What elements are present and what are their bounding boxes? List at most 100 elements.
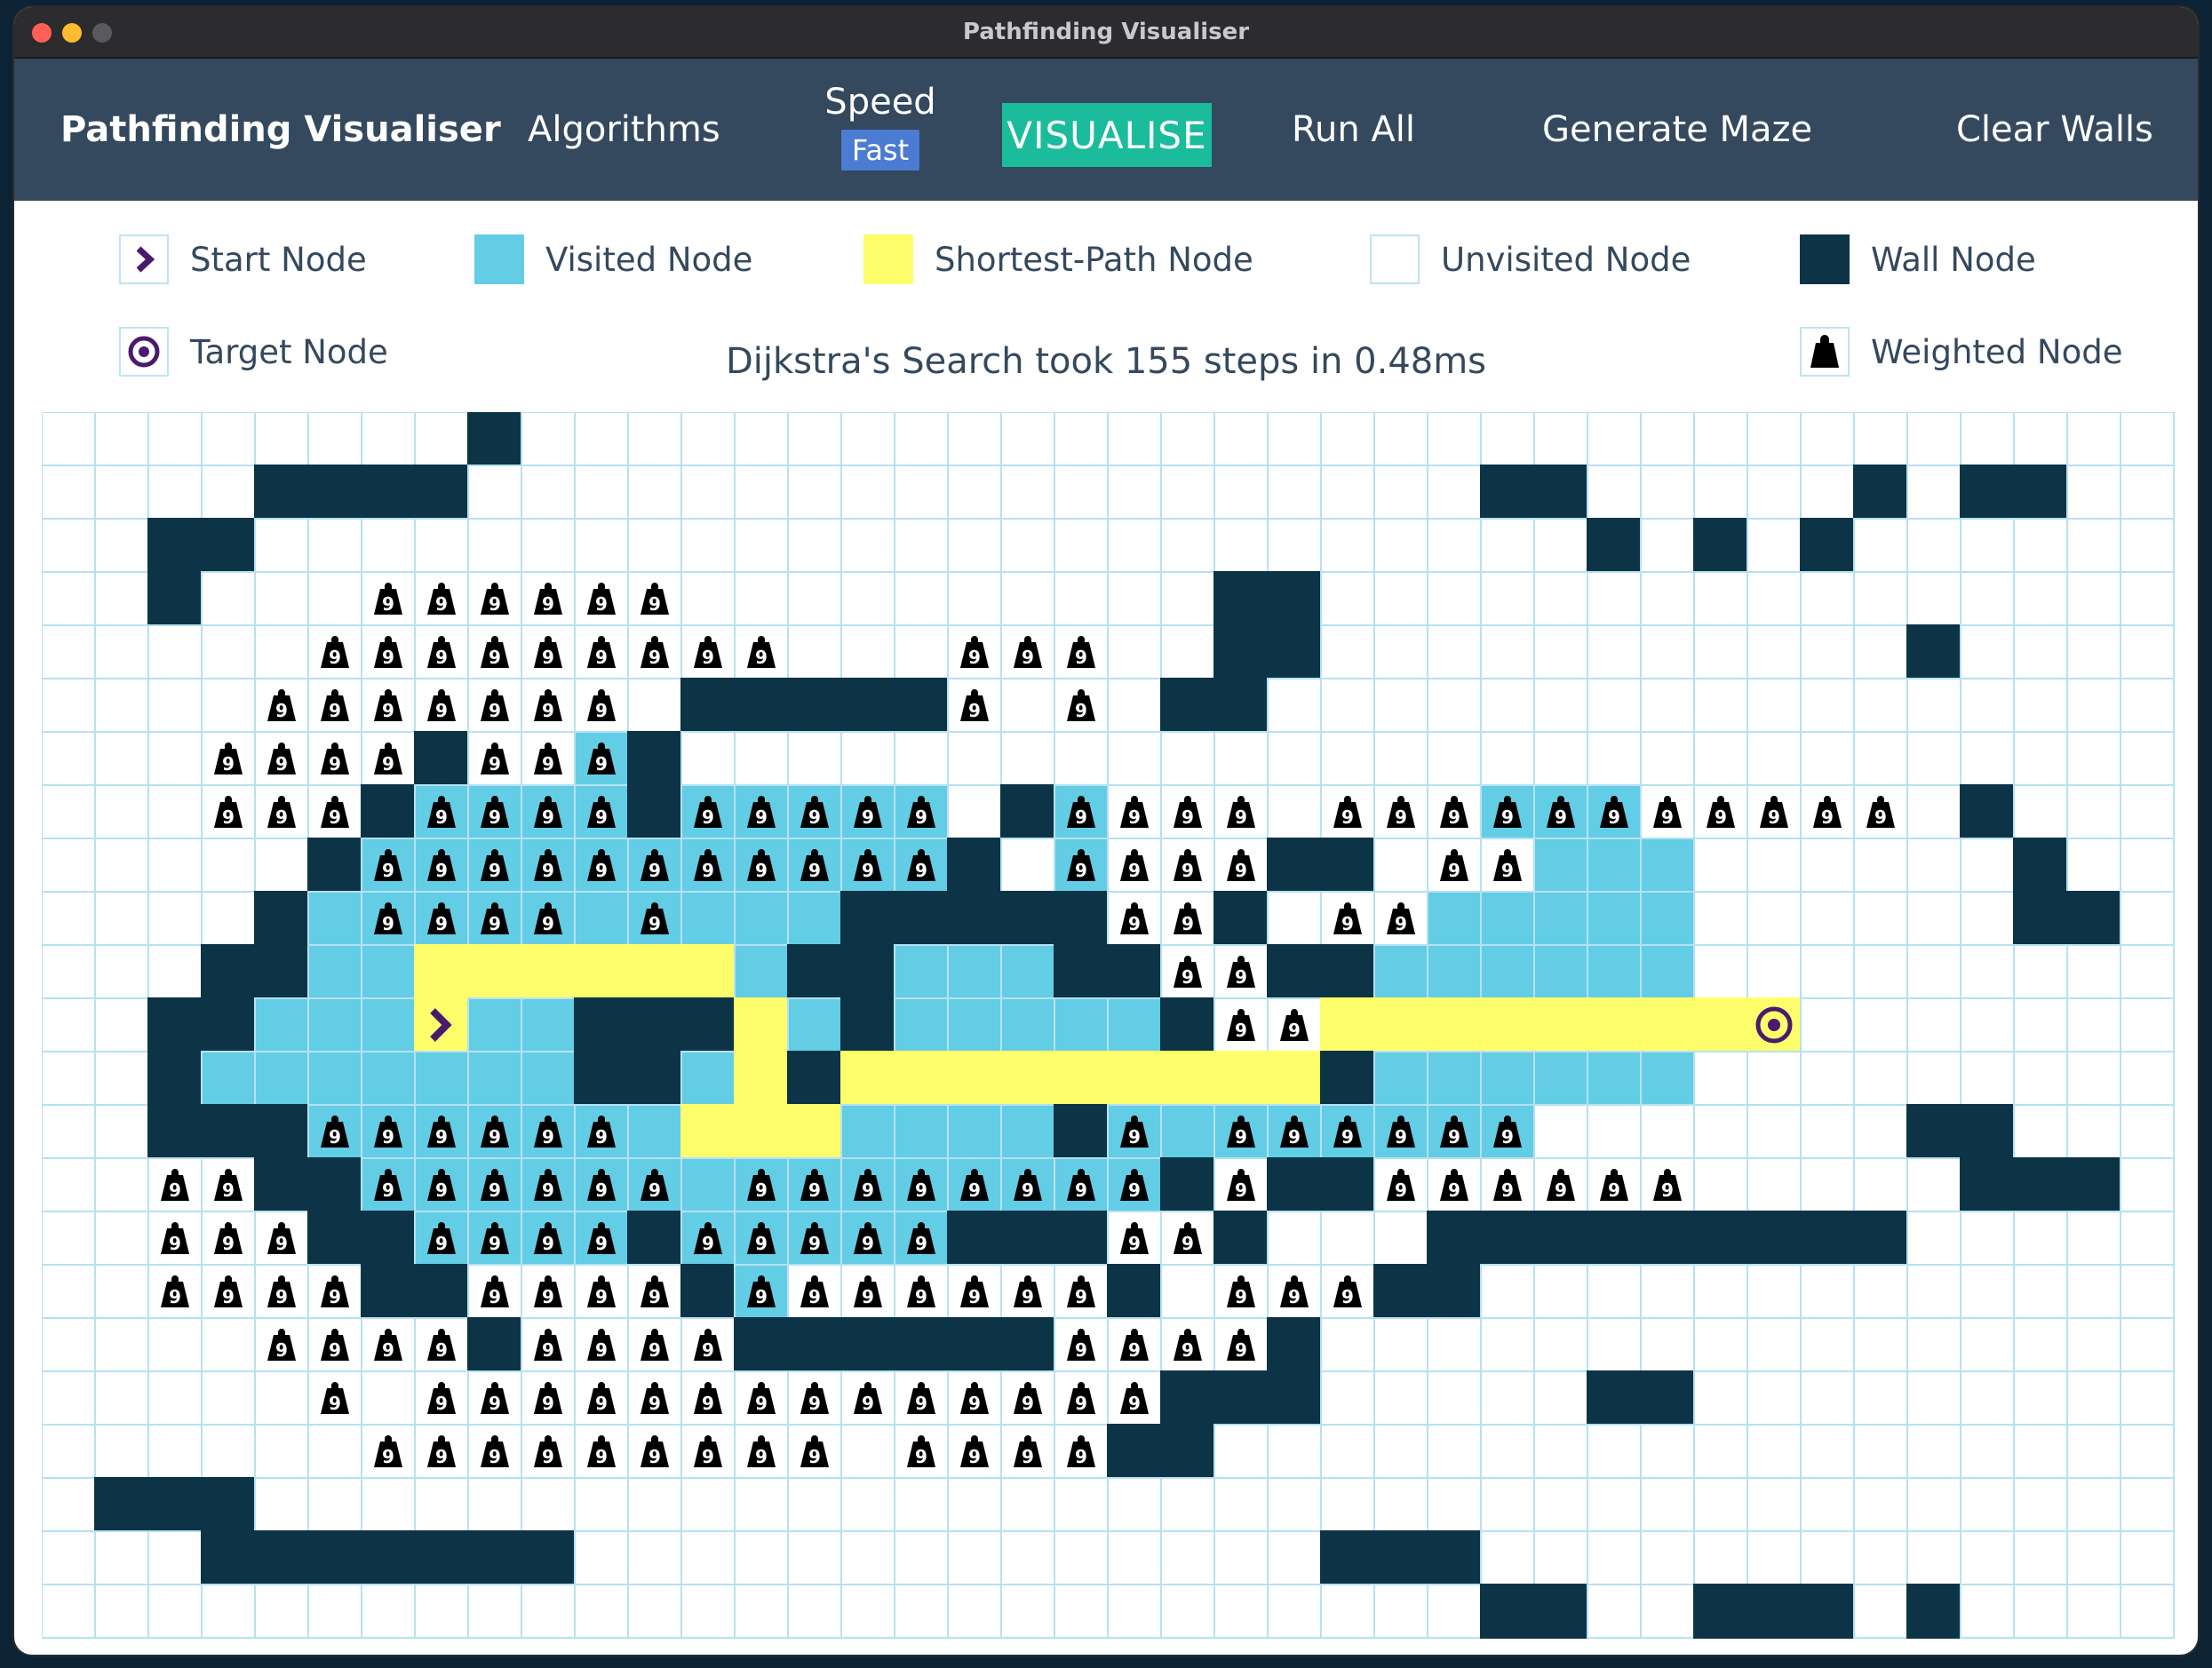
visited-node[interactable] (1533, 838, 1588, 893)
visited-node[interactable] (627, 1104, 682, 1159)
grid-cell[interactable] (307, 518, 362, 573)
visited-node[interactable] (1587, 1051, 1642, 1106)
grid-cell[interactable] (42, 412, 96, 466)
shortest-path-node[interactable] (734, 1051, 789, 1106)
grid-cell[interactable] (627, 465, 682, 520)
grid-cell[interactable] (1640, 1317, 1695, 1372)
grid-cell[interactable] (1587, 1530, 1642, 1585)
grid-cell[interactable] (1320, 1424, 1375, 1479)
grid-cell[interactable] (1373, 1317, 1428, 1372)
grid-cell[interactable] (94, 1317, 149, 1372)
grid-cell[interactable] (2013, 1264, 2068, 1319)
grid-cell[interactable] (680, 571, 736, 626)
algorithms-menu[interactable]: Algorithms (528, 59, 720, 201)
grid-cell[interactable] (201, 624, 256, 679)
grid-cell[interactable] (1906, 1051, 1961, 1106)
grid-cell[interactable] (1640, 1584, 1695, 1639)
grid-cell[interactable] (2066, 624, 2121, 679)
wall-node[interactable] (1640, 1211, 1695, 1266)
visited-node[interactable] (734, 891, 789, 946)
grid-cell[interactable] (1480, 571, 1535, 626)
grid-cell[interactable] (1587, 1477, 1642, 1532)
visited-node[interactable] (1427, 944, 1482, 999)
grid-cell[interactable] (254, 838, 309, 893)
grid-cell[interactable] (2066, 838, 2121, 893)
grid-cell[interactable] (894, 624, 949, 679)
grid-cell[interactable] (1906, 1530, 1961, 1585)
grid-cell[interactable] (2066, 784, 2121, 839)
grid-cell[interactable] (147, 1370, 203, 1426)
grid-cell[interactable] (1747, 412, 1802, 466)
grid-cell[interactable] (1267, 784, 1322, 839)
shortest-path-node[interactable] (414, 997, 469, 1052)
grid-cell[interactable] (1480, 1317, 1535, 1372)
grid-cell[interactable] (1213, 412, 1269, 466)
wall-node[interactable] (147, 571, 203, 626)
wall-node[interactable] (414, 1530, 469, 1585)
grid-cell[interactable] (42, 731, 96, 786)
grid-cell[interactable] (467, 1584, 522, 1639)
wall-node[interactable] (1960, 784, 2015, 839)
wall-node[interactable] (574, 1051, 629, 1106)
visited-node[interactable] (840, 1104, 895, 1159)
shortest-path-node[interactable] (1533, 997, 1588, 1052)
wall-node[interactable] (1213, 571, 1269, 626)
wall-node[interactable] (1800, 518, 1855, 573)
wall-node[interactable] (627, 1051, 682, 1106)
wall-node[interactable] (147, 997, 203, 1052)
grid-cell[interactable] (1054, 1530, 1109, 1585)
visited-node[interactable] (361, 944, 416, 999)
visited-node[interactable] (1533, 944, 1588, 999)
grid-cell[interactable] (2013, 1051, 2068, 1106)
grid-cell[interactable] (42, 997, 96, 1052)
grid-cell[interactable] (1427, 571, 1482, 626)
grid-cell[interactable] (1000, 465, 1055, 520)
visited-node[interactable] (201, 1051, 256, 1106)
grid-cell[interactable] (1160, 465, 1215, 520)
grid-cell[interactable] (1853, 1584, 1908, 1639)
visited-node[interactable] (947, 944, 1002, 999)
grid-cell[interactable] (307, 412, 362, 466)
grid-cell[interactable] (254, 412, 309, 466)
visited-node[interactable] (787, 997, 842, 1052)
grid-cell[interactable] (2120, 1317, 2175, 1372)
grid-cell[interactable] (2120, 624, 2175, 679)
grid-cell[interactable] (1747, 1157, 1802, 1212)
grid-cell[interactable] (1000, 412, 1055, 466)
grid-cell[interactable] (1373, 1584, 1428, 1639)
grid-cell[interactable] (1480, 624, 1535, 679)
grid-cell[interactable] (521, 465, 576, 520)
grid-cell[interactable] (1160, 571, 1215, 626)
grid-cell[interactable] (787, 731, 842, 786)
wall-node[interactable] (1320, 1157, 1375, 1212)
grid-cell[interactable] (1427, 1424, 1482, 1479)
grid-cell[interactable] (147, 1317, 203, 1372)
wall-node[interactable] (467, 1317, 522, 1372)
grid-cell[interactable] (414, 518, 469, 573)
wall-node[interactable] (2013, 1157, 2068, 1212)
grid-cell[interactable] (1480, 678, 1535, 733)
grid-cell[interactable] (1906, 1264, 1961, 1319)
grid-cell[interactable] (1320, 518, 1375, 573)
grid-cell[interactable] (787, 1584, 842, 1639)
visited-node[interactable] (361, 1051, 416, 1106)
grid-cell[interactable] (521, 1584, 576, 1639)
generate-maze-button[interactable]: Generate Maze (1542, 59, 1812, 201)
grid-cell[interactable] (1107, 731, 1162, 786)
grid-cell[interactable] (1693, 624, 1748, 679)
grid-cell[interactable] (1906, 1424, 1961, 1479)
visualise-button[interactable]: VISUALISE (1002, 103, 1212, 167)
grid-cell[interactable] (2013, 997, 2068, 1052)
grid-cell[interactable] (1320, 1584, 1375, 1639)
grid-cell[interactable] (2120, 571, 2175, 626)
grid-cell[interactable] (1853, 518, 1908, 573)
visited-node[interactable] (894, 1104, 949, 1159)
shortest-path-node[interactable] (894, 1051, 949, 1106)
wall-node[interactable] (840, 997, 895, 1052)
grid-cell[interactable] (1747, 1370, 1802, 1426)
grid-cell[interactable] (1320, 1317, 1375, 1372)
grid-cell[interactable] (1267, 1424, 1322, 1479)
grid-cell[interactable] (1640, 624, 1695, 679)
grid-cell[interactable] (1000, 1584, 1055, 1639)
visited-node[interactable] (307, 997, 362, 1052)
